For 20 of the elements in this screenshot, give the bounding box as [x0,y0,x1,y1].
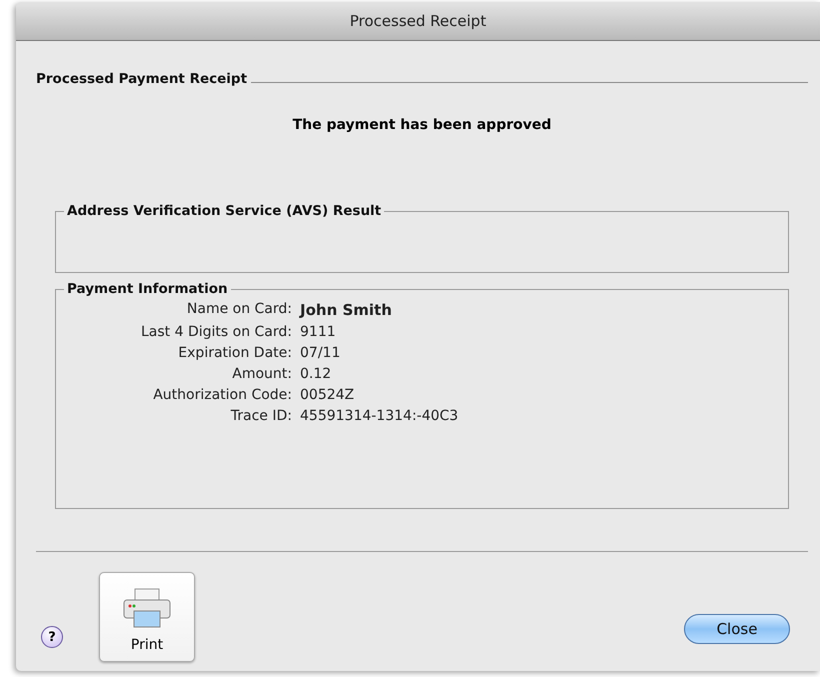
field-label: Amount: [231,366,292,382]
field-value: 45591314-1314:-40C3 [300,408,458,424]
field-label: Expiration Date: [177,345,292,361]
close-button[interactable]: Close [684,614,790,644]
section-title: Processed Payment Receipt [36,71,248,87]
field-value: 9111 [300,324,337,340]
window-title: Processed Receipt [350,12,486,30]
field-value: John Smith [300,301,393,319]
status-message: The payment has been approved [292,117,552,133]
print-button[interactable]: Print [99,572,195,662]
field-label: Trace ID: [230,408,292,424]
group-title: Address Verification Service (AVS) Result [66,203,382,219]
field-label: Last 4 Digits on Card: [140,324,292,340]
field-value: 00524Z [300,387,356,403]
field-label: Name on Card: [186,301,292,319]
field-value: 0.12 [300,366,332,382]
field-label: Authorization Code: [152,387,292,403]
field-value: 07/11 [300,345,342,361]
help-button[interactable]: ? [41,626,63,648]
group-title: Payment Information [66,281,229,297]
